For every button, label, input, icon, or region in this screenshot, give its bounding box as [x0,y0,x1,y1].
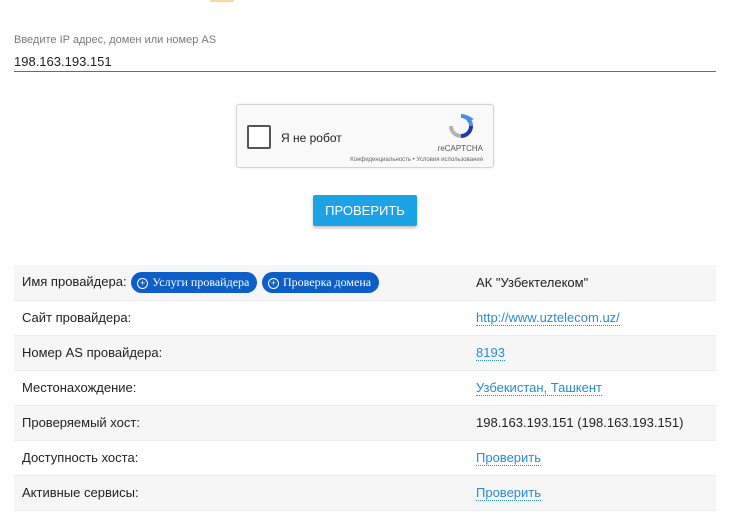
table-row: Местонахождение: Узбекистан, Ташкент [14,370,716,406]
as-label: Номер AS провайдера: [14,335,466,371]
recaptcha-brand: reCAPTCHA [437,144,483,153]
plus-circle-icon: + [267,277,279,289]
table-row: Номер AS провайдера: 8193 [14,335,716,371]
table-row: Доступность хоста: Проверить [14,440,716,476]
plus-circle-icon: + [137,277,149,289]
recaptcha-widget: Я не робот reCAPTCHA Конфиденциальность … [236,104,494,168]
ip-field-label: Введите IP адрес, домен или номер AS [14,34,217,46]
services-label: Активные сервисы: [14,475,466,511]
location-label: Местонахождение: [14,370,466,406]
recaptcha-legal[interactable]: Конфиденциальность • Условия использован… [350,157,483,163]
provider-name-value: АК "Узбектелеком" [466,265,716,301]
provider-name-cell: Имя провайдера: + Услуги провайдера + Пров… [14,265,466,301]
table-row: Активные сервисы: Проверить [14,475,716,511]
provider-name-label: Имя провайдера: [22,273,127,289]
as-link[interactable]: 8193 [476,345,505,361]
host-label: Проверяемый хост: [14,405,466,441]
table-row: Проверяемый хост: 198.163.193.151 (198.1… [14,405,716,441]
host-value: 198.163.193.151 (198.163.193.151) [466,405,716,441]
recaptcha-logo-icon [449,114,474,138]
availability-check-link[interactable]: Проверить [476,450,542,466]
table-row: Имя провайдера: + Услуги провайдера + Пров… [14,265,716,301]
domain-check-button[interactable]: + Проверка домена [261,271,380,293]
provider-services-button[interactable]: + Услуги провайдера [131,271,258,293]
domain-check-label: Проверка домена [282,274,372,289]
top-cut-icon [210,0,234,2]
provider-services-label: Услуги провайдера [152,274,250,289]
table-row: Сайт провайдера: http://www.uztelecom.uz… [14,300,716,336]
location-link[interactable]: Узбекистан, Ташкент [476,380,602,396]
provider-info-table: Имя провайдера: + Услуги провайдера + Пров… [14,265,716,511]
recaptcha-checkbox[interactable] [247,125,271,149]
services-check-link[interactable]: Проверить [476,485,542,501]
recaptcha-label: Я не робот [281,131,342,145]
site-label: Сайт провайдера: [14,300,466,336]
availability-label: Доступность хоста: [14,440,466,476]
check-button[interactable]: ПРОВЕРИТЬ [313,195,417,226]
site-link[interactable]: http://www.uztelecom.uz/ [476,310,620,326]
ip-input[interactable] [14,51,716,72]
